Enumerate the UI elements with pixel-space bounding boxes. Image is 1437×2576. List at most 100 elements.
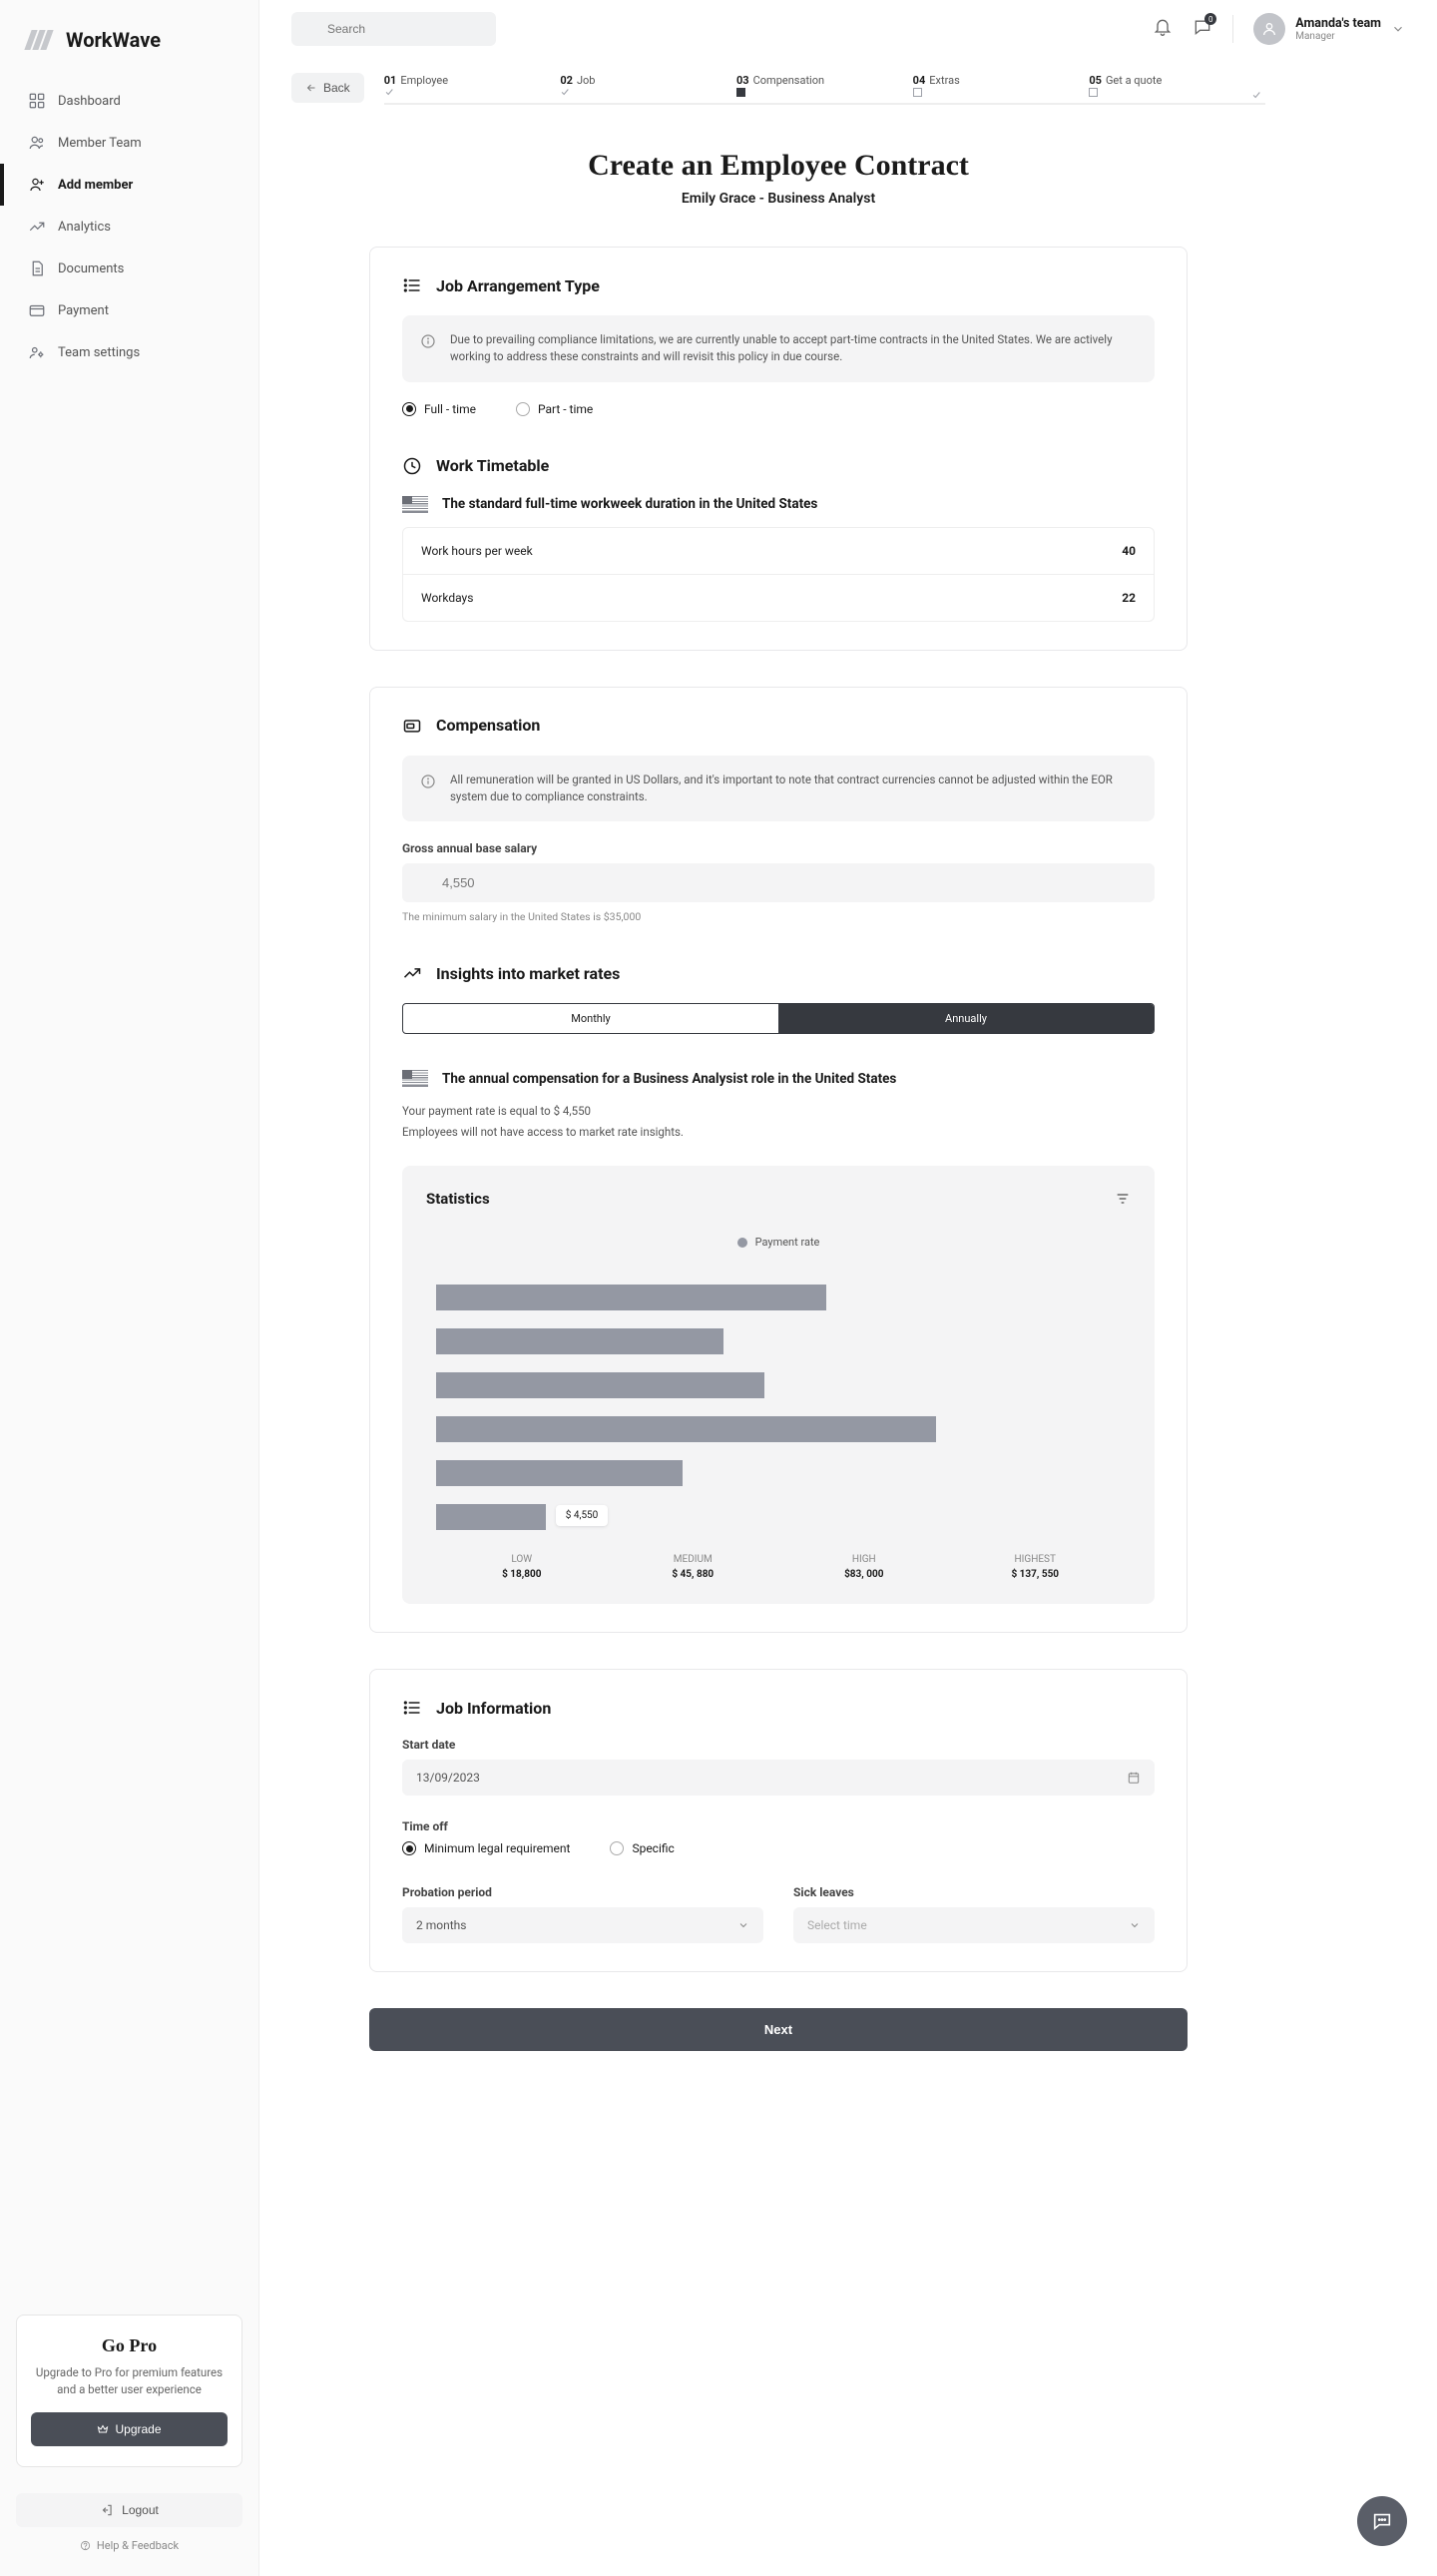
chart-icon (28, 218, 46, 236)
compensation-card: Compensation All remuneration will be gr… (369, 687, 1188, 1634)
field-label: Sick leaves (793, 1885, 1155, 1899)
add-user-icon (28, 176, 46, 194)
help-link[interactable]: Help & Feedback (0, 2533, 258, 2558)
stepper-step-employee[interactable]: 01Employee (384, 70, 561, 105)
salary-input[interactable] (402, 863, 1155, 902)
page-title: Create an Employee Contract (291, 149, 1265, 183)
gopro-text: Upgrade to Pro for premium features and … (31, 2364, 228, 2399)
search-input[interactable] (291, 12, 496, 46)
step-pending-icon (1089, 88, 1098, 97)
sick-leave-select[interactable]: Select time (793, 1907, 1155, 1943)
sidebar-item-analytics[interactable]: Analytics (0, 206, 258, 248)
bar (436, 1372, 1121, 1398)
messages-button[interactable]: 0 (1193, 17, 1212, 41)
info-icon (420, 333, 436, 349)
start-date-input[interactable]: 13/09/2023 (402, 1760, 1155, 1796)
chevron-down-icon (737, 1919, 749, 1931)
radio-min-legal[interactable]: Minimum legal requirement (402, 1841, 570, 1855)
chat-fab[interactable] (1357, 2496, 1407, 2546)
section-title: Compensation (436, 716, 540, 735)
radio-label: Full - time (424, 402, 476, 416)
wallet-icon (402, 716, 422, 736)
card-icon (28, 301, 46, 319)
field-label: Probation period (402, 1885, 763, 1899)
chevron-down-icon (1129, 1919, 1141, 1931)
tab-annually[interactable]: Annually (778, 1004, 1154, 1033)
radio-full-time[interactable]: Full - time (402, 402, 476, 416)
radio-label: Specific (632, 1841, 674, 1855)
bar (436, 1416, 1121, 1442)
radio-part-time[interactable]: Part - time (516, 402, 593, 416)
section-title: Insights into market rates (436, 964, 620, 983)
check-icon (560, 87, 570, 97)
row-label: Work hours per week (421, 544, 533, 558)
radio-specific[interactable]: Specific (610, 1841, 674, 1855)
users-icon (28, 134, 46, 152)
bar-chart: $ 4,550 (426, 1285, 1131, 1530)
logout-icon (100, 2503, 114, 2517)
select-value: 2 months (416, 1918, 466, 1932)
rate-line: Employees will not have access to market… (402, 1122, 1155, 1143)
divider (1232, 15, 1233, 43)
axis-item: LOW$ 18,800 (436, 1554, 608, 1580)
help-icon (80, 2540, 91, 2551)
back-button[interactable]: Back (291, 73, 364, 103)
field-label: Time off (402, 1819, 1155, 1833)
info-text: All remuneration will be granted in US D… (450, 772, 1137, 806)
chart-legend: Payment rate (426, 1236, 1131, 1249)
row-label: Workdays (421, 591, 473, 605)
table-row: Work hours per week 40 (403, 528, 1154, 574)
axis-item: HIGH$83, 000 (778, 1554, 950, 1580)
tab-monthly[interactable]: Monthly (403, 1004, 778, 1033)
row-value: 40 (1122, 544, 1136, 558)
info-text: Due to prevailing compliance limitations… (450, 331, 1137, 366)
chevron-down-icon (1391, 22, 1405, 36)
sidebar-item-label: Member Team (58, 136, 142, 151)
sidebar-item-documents[interactable]: Documents (0, 248, 258, 289)
sidebar-item-label: Payment (58, 303, 109, 318)
arrangement-card: Job Arrangement Type Due to prevailing c… (369, 247, 1188, 651)
sub-label: The standard full-time workweek duration… (442, 496, 817, 512)
sidebar-item-add-member[interactable]: Add member (0, 164, 258, 206)
user-menu[interactable]: Amanda's team Manager (1253, 13, 1405, 45)
bar-tooltip: $ 4,550 (556, 1505, 609, 1526)
list-icon (402, 275, 422, 295)
sidebar-item-payment[interactable]: Payment (0, 289, 258, 331)
sidebar-item-dashboard[interactable]: Dashboard (0, 80, 258, 122)
sidebar-item-team-settings[interactable]: Team settings (0, 331, 258, 373)
sidebar-item-member-team[interactable]: Member Team (0, 122, 258, 164)
stepper-step-quote[interactable]: 05Get a quote (1089, 70, 1265, 105)
gopro-title: Go Pro (31, 2335, 228, 2356)
probation-select[interactable]: 2 months (402, 1907, 763, 1943)
rate-line: Your payment rate is equal to $ 4,550 (402, 1101, 1155, 1122)
logout-button[interactable]: Logout (16, 2493, 242, 2527)
team-settings-icon (28, 343, 46, 361)
next-button[interactable]: Next (369, 2008, 1188, 2051)
section-title: Job Arrangement Type (436, 276, 600, 295)
sidebar-item-label: Analytics (58, 220, 111, 235)
sidebar-item-label: Dashboard (58, 94, 121, 109)
legend-label: Payment rate (755, 1236, 820, 1249)
logo: WorkWave (0, 28, 258, 80)
filter-icon[interactable] (1115, 1191, 1131, 1207)
radio-icon (402, 1841, 416, 1855)
stats-title: Statistics (426, 1190, 490, 1208)
notifications-button[interactable] (1153, 17, 1173, 41)
check-icon (1251, 90, 1261, 100)
radio-label: Minimum legal requirement (424, 1841, 570, 1855)
step-pending-icon (913, 88, 922, 97)
stepper-step-compensation[interactable]: 03Compensation (736, 70, 913, 105)
us-flag-icon (402, 496, 428, 513)
select-placeholder: Select time (807, 1918, 867, 1932)
radio-icon (516, 402, 530, 416)
stepper-step-job[interactable]: 02Job (560, 70, 736, 105)
arrow-left-icon (305, 82, 317, 94)
sidebar-item-label: Add member (58, 178, 133, 193)
radio-icon (402, 402, 416, 416)
page-subtitle: Emily Grace - Business Analyst (291, 191, 1265, 207)
bar: $ 4,550 (436, 1504, 1121, 1530)
upgrade-button[interactable]: Upgrade (31, 2412, 228, 2446)
stats-box: Statistics Payment rate $ 4,550 LOW$ 18,… (402, 1166, 1155, 1604)
stepper-step-extras[interactable]: 04Extras (913, 70, 1090, 105)
help-label: Help & Feedback (97, 2539, 179, 2552)
